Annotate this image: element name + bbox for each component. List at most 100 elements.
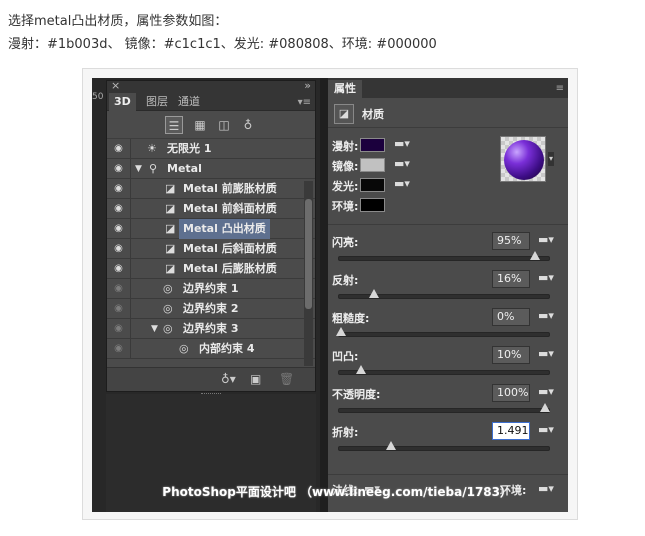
slider-thumb[interactable] [530, 251, 540, 260]
folder-icon[interactable]: ▬▾ [538, 423, 554, 436]
collapse-icon[interactable]: » [304, 79, 311, 92]
row-label: 内部约束 4 [199, 342, 255, 355]
tree-row[interactable]: ◉ ☀ 无限光 1 [107, 139, 315, 159]
slider-thumb[interactable] [540, 403, 550, 412]
slider-label: 凹凸: [332, 350, 359, 363]
tree-row[interactable]: ◉ ◪ Metal 后斜面材质 [107, 239, 315, 259]
material-icon[interactable]: ◪ [334, 104, 354, 124]
slider-track[interactable] [338, 289, 550, 299]
row-label: Metal 凸出材质 [179, 219, 270, 239]
intro-line-1: 选择metal凸出材质，属性参数如图： [8, 14, 228, 29]
slider-thumb[interactable] [356, 365, 366, 374]
tree-row[interactable]: ◉ ▼ ◎ 边界约束 3 [107, 319, 315, 339]
material-sphere-preview [504, 140, 544, 180]
slider-value-input[interactable]: 100% [492, 384, 530, 402]
tree-row[interactable]: ◉ ◎ 边界约束 1 [107, 279, 315, 299]
eye-icon[interactable]: ◉ [107, 219, 131, 238]
material-icon: ◪ [165, 222, 176, 235]
tab-layers[interactable]: 图层 [141, 93, 173, 111]
mesh-icon[interactable]: ▦ [191, 116, 209, 134]
tree-row[interactable]: ◉ ◎ 内部约束 4 [107, 339, 315, 359]
row-label: 无限光 1 [167, 142, 212, 155]
folder-icon[interactable]: ▬▾ [394, 137, 410, 150]
tab-channels[interactable]: 通道 [173, 93, 205, 111]
scene-icon[interactable]: ☰ [165, 116, 183, 134]
material-icon: ◪ [165, 242, 176, 255]
slider-track[interactable] [338, 365, 550, 375]
add-light-icon[interactable]: ♁▾ [221, 372, 236, 386]
folder-icon[interactable]: ▬▾ [538, 385, 554, 398]
tab-properties[interactable]: 属性 [328, 80, 362, 98]
constraint-icon: ◎ [163, 282, 173, 295]
folder-icon[interactable]: ▬▾ [538, 233, 554, 246]
ambient-color-swatch[interactable] [360, 198, 385, 212]
slider-thumb[interactable] [386, 441, 396, 450]
properties-titlebar: 属性 ≡ [328, 78, 568, 98]
eye-icon[interactable]: ◉ [107, 199, 131, 218]
eye-icon[interactable]: ◉ [107, 299, 131, 318]
constraint-icon: ◎ [179, 342, 189, 355]
row-label: Metal 后膨胀材质 [183, 262, 277, 275]
diffuse-color-swatch[interactable] [360, 138, 385, 152]
material-icon: ◪ [165, 182, 176, 195]
eye-icon[interactable]: ◉ [107, 259, 131, 278]
tree-row-selected[interactable]: ◉ ◪ Metal 凸出材质 [107, 219, 315, 239]
scrollbar-thumb[interactable] [305, 199, 312, 309]
close-icon[interactable]: × [111, 79, 120, 92]
tree-scrollbar[interactable] [304, 181, 313, 366]
eye-icon[interactable]: ◉ [107, 179, 131, 198]
eye-icon[interactable]: ◉ [107, 339, 131, 358]
expand-triangle-icon[interactable]: ▼ [151, 319, 158, 339]
eye-icon[interactable]: ◉ [107, 319, 131, 338]
render-icon[interactable]: ▣ [250, 372, 261, 386]
folder-icon[interactable]: ▬▾ [538, 347, 554, 360]
chevron-down-icon[interactable]: ▾ [548, 152, 554, 166]
slider-value-input[interactable]: 95% [492, 232, 530, 250]
light-icon[interactable]: ♁ [239, 116, 257, 134]
slider-thumb[interactable] [336, 327, 346, 336]
ambient-label: 环境: [332, 200, 359, 213]
trash-icon[interactable]: 🗑 [279, 372, 294, 386]
slider-label: 折射: [332, 426, 359, 439]
slider-value-input[interactable]: 0% [492, 308, 530, 326]
panel-titlebar: × » [107, 79, 315, 93]
material-preview[interactable] [500, 136, 546, 182]
tree-row[interactable]: ◉ ▼ ⚲ Metal [107, 159, 315, 179]
illumination-label: 发光: [332, 180, 359, 193]
slider-track[interactable] [338, 251, 550, 261]
slider-thumb[interactable] [369, 289, 379, 298]
material-icon[interactable]: ◫ [215, 116, 233, 134]
eye-icon[interactable]: ◉ [107, 279, 131, 298]
row-label: Metal 前膨胀材质 [183, 182, 277, 195]
eye-icon[interactable]: ◉ [107, 139, 131, 158]
folder-icon[interactable]: ▬▾ [394, 177, 410, 190]
specular-color-swatch[interactable] [360, 158, 385, 172]
eye-icon[interactable]: ◉ [107, 159, 131, 178]
panel-menu-icon[interactable]: ≡ [556, 83, 564, 94]
tab-3d[interactable]: 3D [109, 93, 136, 111]
slider-value-input[interactable]: 1.491 [492, 422, 530, 440]
tree-row[interactable]: ◉ ◪ Metal 前斜面材质 [107, 199, 315, 219]
folder-icon[interactable]: ▬▾ [394, 157, 410, 170]
tree-row[interactable]: ◉ ◪ Metal 后膨胀材质 [107, 259, 315, 279]
light-icon: ☀ [147, 142, 157, 155]
folder-icon[interactable]: ▬▾ [538, 309, 554, 322]
row-label: 边界约束 3 [183, 322, 239, 335]
folder-icon[interactable]: ▬▾ [538, 271, 554, 284]
material-icon: ◪ [165, 202, 176, 215]
tree-row[interactable]: ◉ ◎ 边界约束 2 [107, 299, 315, 319]
specular-label: 镜像: [332, 160, 359, 173]
panel-menu-icon[interactable]: ▾≡ [298, 97, 311, 108]
slider-value-input[interactable]: 16% [492, 270, 530, 288]
slider-track[interactable] [338, 403, 550, 413]
slider-value-input[interactable]: 10% [492, 346, 530, 364]
watermark: PhotoShop平面设计吧 （www.lineeg.com/tieba/178… [162, 485, 512, 499]
eye-icon[interactable]: ◉ [107, 239, 131, 258]
folder-icon[interactable]: ▬▾ [538, 482, 554, 495]
slider-track[interactable] [338, 441, 550, 451]
expand-triangle-icon[interactable]: ▼ [135, 159, 142, 179]
slider-track[interactable] [336, 327, 550, 337]
row-label: 边界约束 1 [183, 282, 239, 295]
tree-row[interactable]: ◉ ◪ Metal 前膨胀材质 [107, 179, 315, 199]
illumination-color-swatch[interactable] [360, 178, 385, 192]
